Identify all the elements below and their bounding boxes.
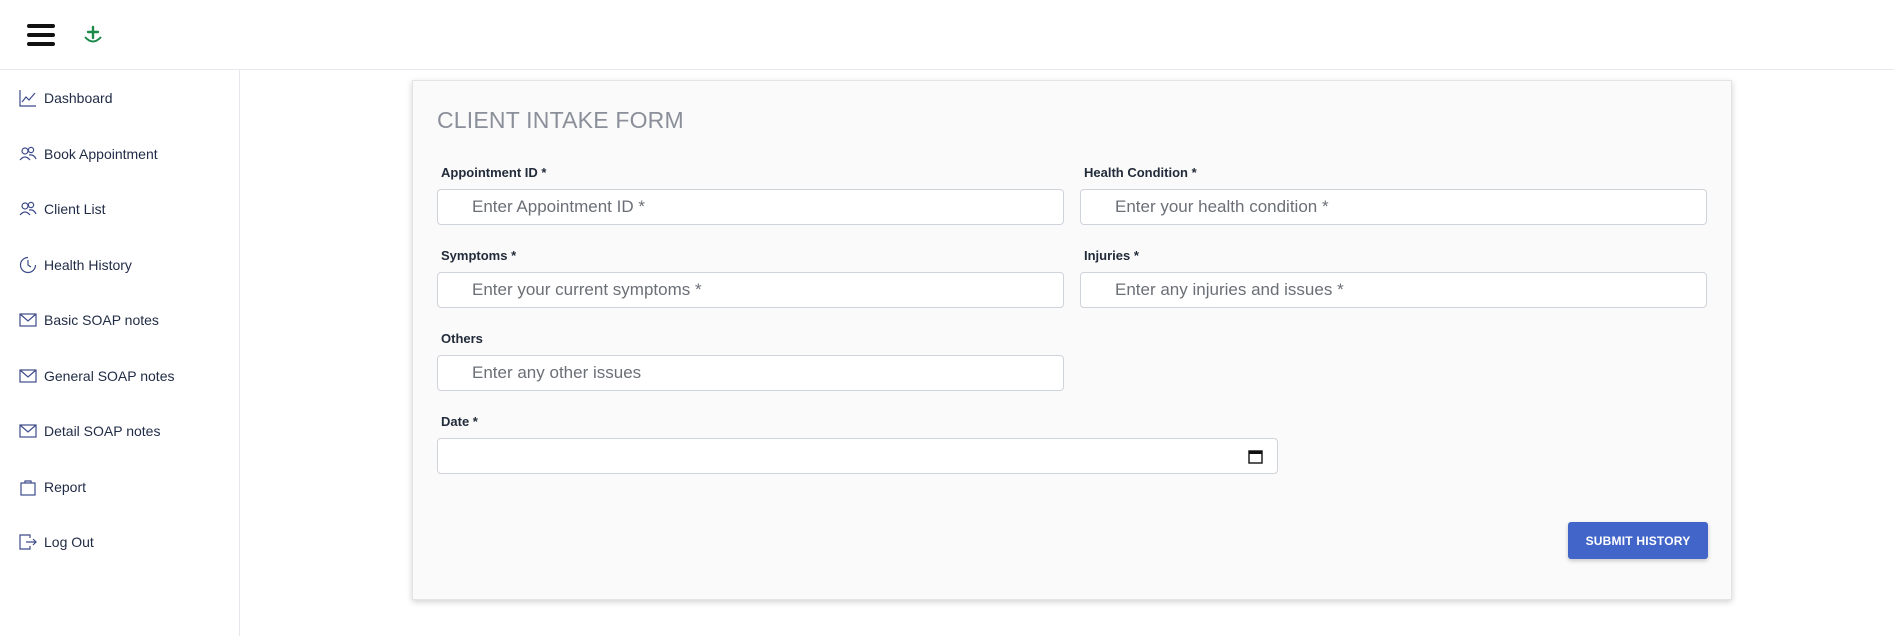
health-condition-input[interactable] (1080, 189, 1707, 225)
envelope-icon (19, 369, 37, 383)
client-intake-form: CLIENT INTAKE FORM Appointment ID * Heal… (412, 80, 1732, 600)
sidebar-item-basic-soap-notes[interactable]: Basic SOAP notes (0, 305, 239, 335)
symptoms-input[interactable] (437, 272, 1064, 308)
sidebar-item-label: General SOAP notes (44, 368, 175, 384)
date-label: Date * (441, 414, 478, 429)
clock-icon (19, 256, 37, 274)
users-icon (19, 146, 37, 161)
sidebar-item-log-out[interactable]: Log Out (0, 527, 239, 557)
chart-line-icon (19, 90, 36, 107)
form-title: CLIENT INTAKE FORM (437, 107, 684, 133)
calendar-icon[interactable] (1248, 449, 1263, 464)
sidebar-item-general-soap-notes[interactable]: General SOAP notes (0, 361, 239, 391)
sidebar-item-dashboard[interactable]: Dashboard (0, 83, 239, 113)
injuries-input[interactable] (1080, 272, 1707, 308)
menu-icon[interactable] (27, 24, 55, 46)
bag-icon (20, 480, 36, 496)
sidebar-item-book-appointment[interactable]: Book Appointment (0, 139, 239, 169)
others-input[interactable] (437, 355, 1064, 391)
sidebar-item-label: Report (44, 479, 87, 495)
sidebar-item-label: Health History (44, 257, 132, 273)
envelope-icon (19, 313, 37, 327)
injuries-label: Injuries * (1084, 248, 1139, 263)
sidebar-item-report[interactable]: Report (0, 472, 239, 502)
date-input[interactable] (437, 438, 1278, 474)
appointment-id-label: Appointment ID * (441, 165, 547, 180)
sidebar-item-health-history[interactable]: Health History (0, 250, 239, 280)
sidebar-item-label: Book Appointment (44, 146, 158, 162)
sidebar-item-detail-soap-notes[interactable]: Detail SOAP notes (0, 416, 239, 446)
appointment-id-input[interactable] (437, 189, 1064, 225)
logo-icon (84, 25, 102, 43)
envelope-icon (19, 424, 37, 438)
sidebar-item-label: Basic SOAP notes (44, 312, 159, 328)
sidebar-item-label: Log Out (44, 534, 94, 550)
sidebar-item-label: Detail SOAP notes (44, 423, 161, 439)
top-bar (0, 0, 1894, 70)
others-label: Others (441, 331, 483, 346)
health-condition-label: Health Condition * (1084, 165, 1197, 180)
users-icon (19, 201, 37, 216)
sidebar-item-label: Dashboard (44, 90, 113, 106)
sidebar: Dashboard Book Appointment Client List H… (0, 70, 240, 636)
logout-icon (19, 534, 37, 550)
symptoms-label: Symptoms * (441, 248, 517, 263)
sidebar-item-client-list[interactable]: Client List (0, 194, 239, 224)
submit-history-button[interactable]: SUBMIT HISTORY (1568, 522, 1708, 559)
sidebar-item-label: Client List (44, 201, 106, 217)
